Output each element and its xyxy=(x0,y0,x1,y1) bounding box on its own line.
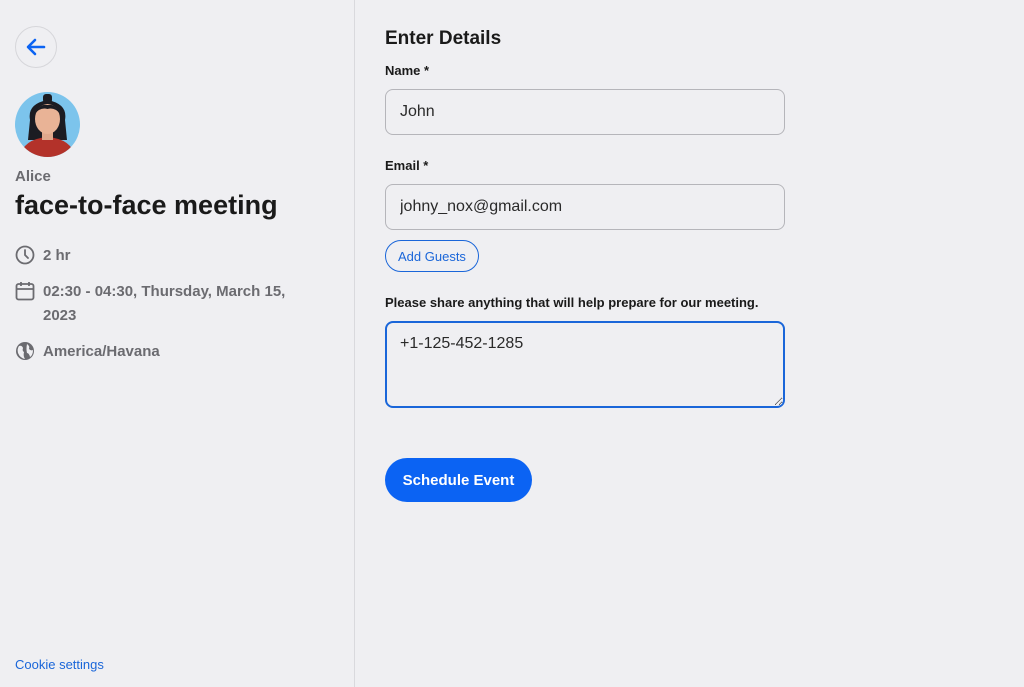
notes-field[interactable]: +1-125-452-1285 xyxy=(385,321,785,408)
host-name: Alice xyxy=(15,168,51,185)
form-title: Enter Details xyxy=(385,28,502,49)
email-field[interactable] xyxy=(385,184,785,230)
notes-label: Please share anything that will help pre… xyxy=(385,295,759,310)
event-duration: 2 hr xyxy=(15,245,71,267)
back-button[interactable] xyxy=(15,26,57,68)
avatar xyxy=(15,92,80,157)
duration-text: 2 hr xyxy=(43,247,71,264)
event-title: face-to-face meeting xyxy=(15,190,278,220)
email-label: Email * xyxy=(385,158,429,173)
calendar-icon xyxy=(15,282,35,301)
event-datetime: 02:30 - 04:30, Thursday, March 15, 2023 xyxy=(15,281,315,328)
timezone-text: America/Havana xyxy=(43,343,160,360)
globe-icon xyxy=(16,342,34,360)
name-field[interactable] xyxy=(385,89,785,135)
datetime-text: 02:30 - 04:30, Thursday, March 15, 2023 xyxy=(43,283,286,324)
cookie-settings-link[interactable]: Cookie settings xyxy=(15,657,104,672)
event-timezone: America/Havana xyxy=(15,341,160,363)
name-label: Name * xyxy=(385,63,430,78)
arrow-left-icon xyxy=(26,38,46,56)
schedule-event-button[interactable]: Schedule Event xyxy=(385,458,532,502)
add-guests-button[interactable]: Add Guests xyxy=(385,240,479,272)
event-sidebar: Alice face-to-face meeting 2 hr 02:30 - … xyxy=(0,0,355,687)
clock-icon xyxy=(15,245,35,265)
